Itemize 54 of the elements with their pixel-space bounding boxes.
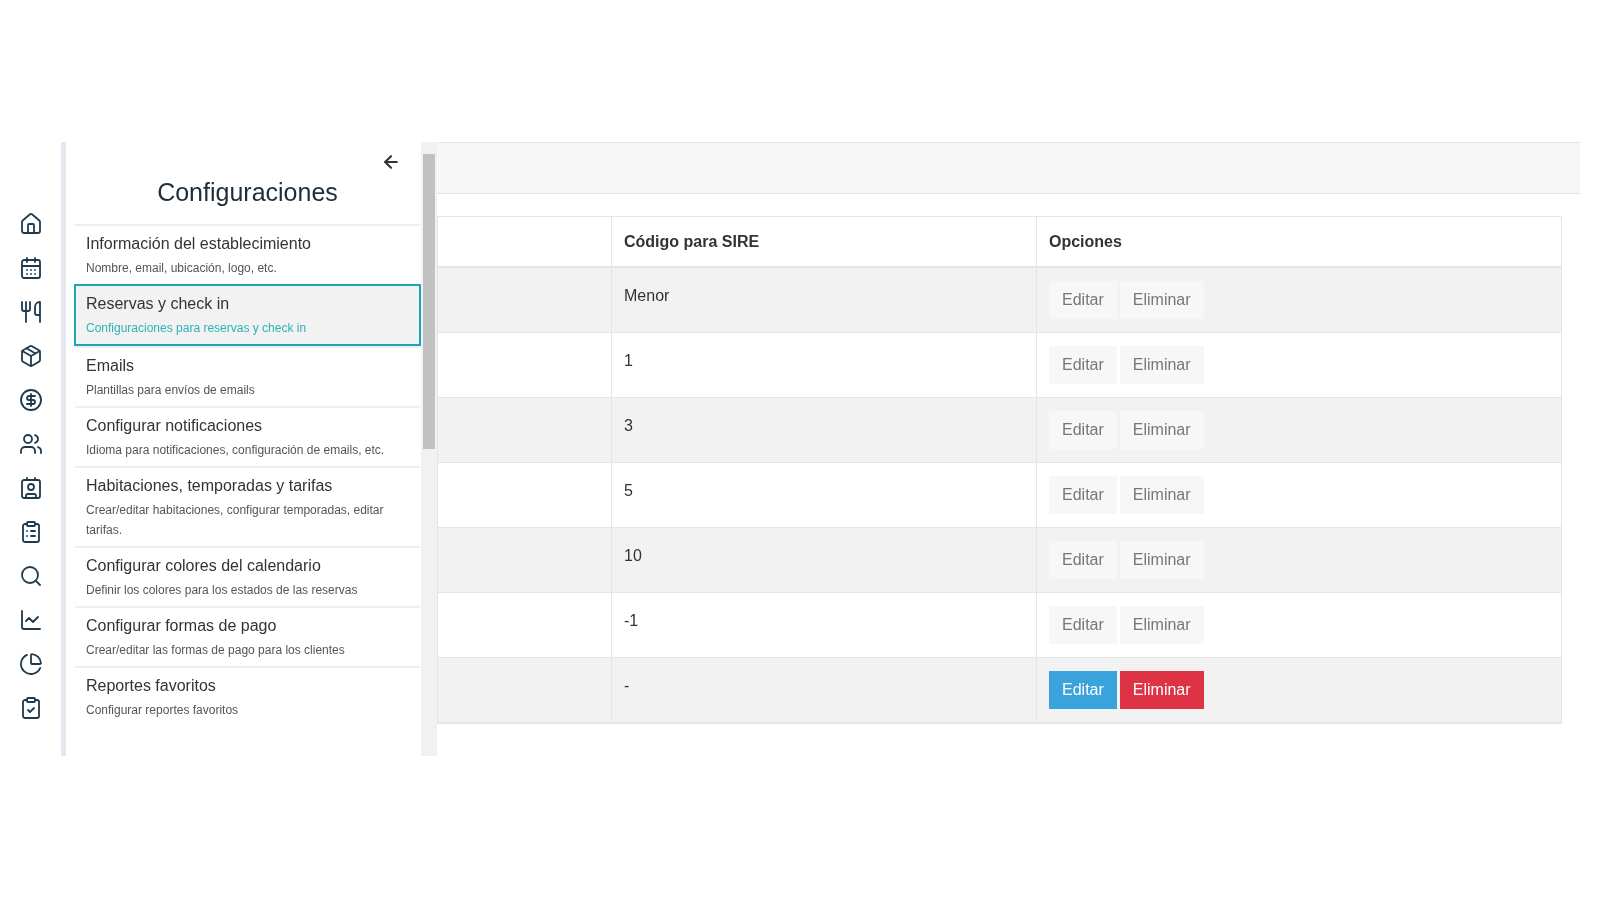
item-description: Crear/editar las formas de pago para los clientes (86, 641, 346, 659)
delete-button[interactable]: Eliminar (1119, 281, 1204, 319)
delete-button[interactable]: Eliminar (1119, 476, 1204, 514)
table-cell: 10 (624, 547, 642, 564)
scrollbar-thumb[interactable] (423, 154, 435, 449)
home-icon[interactable] (18, 212, 43, 236)
scrollbar[interactable] (421, 142, 437, 756)
search-icon[interactable] (18, 564, 43, 588)
table-cell: Menor (624, 287, 670, 304)
column-header: Opciones (1048, 231, 1123, 252)
table-cell: - (624, 677, 630, 694)
item-description: Idioma para notificaciones, configuración de emails, etc. (86, 441, 386, 459)
table-cell: 1 (624, 352, 633, 369)
item-title: Reportes favoritos (86, 675, 217, 696)
delete-button[interactable]: Eliminar (1119, 541, 1204, 579)
item-title: Configurar colores del calendario (86, 555, 322, 576)
item-title: Configurar notificaciones (86, 415, 264, 436)
table-cell: -1 (624, 612, 639, 629)
settings-item[interactable]: Reservas y check in Configuraciones para reservas y check in (74, 283, 421, 346)
table-cell: 3 (624, 417, 633, 434)
line-chart-icon[interactable] (18, 608, 43, 632)
column-header: Código para SIRE (612, 217, 1037, 266)
panel-title: Configuraciones (156, 177, 339, 208)
delete-button[interactable]: Eliminar (1119, 606, 1204, 644)
item-description: Nombre, email, ubicación, logo, etc. (86, 259, 278, 277)
item-description: Crear/editar habitaciones, configurar temporadas, editar tarifas. (86, 501, 385, 539)
back-arrow-icon[interactable] (381, 152, 401, 172)
table-cell: 5 (624, 482, 633, 499)
edit-button[interactable]: Editar (1049, 476, 1117, 514)
item-title: Reservas y check in (86, 293, 231, 314)
dollar-icon[interactable] (18, 388, 43, 412)
item-description: Configuraciones para reservas y check in (86, 319, 308, 337)
delete-button[interactable]: Eliminar (1119, 346, 1204, 384)
delete-button[interactable]: Eliminar (1119, 411, 1204, 449)
item-description: Configurar reportes favoritos (86, 701, 240, 719)
edit-button[interactable]: Editar (1049, 606, 1117, 644)
contact-book-icon[interactable] (18, 476, 43, 500)
edit-button[interactable]: Editar (1049, 346, 1117, 384)
item-title: Emails (86, 355, 135, 376)
calendar-icon[interactable] (18, 256, 43, 280)
edit-button[interactable]: Editar (1049, 281, 1117, 319)
delete-button[interactable]: Eliminar (1119, 671, 1204, 709)
pie-chart-icon[interactable] (18, 652, 43, 676)
edit-button[interactable]: Editar (1049, 671, 1117, 709)
fork-knife-icon[interactable] (18, 300, 43, 324)
item-title: Habitaciones, temporadas y tarifas (86, 475, 334, 496)
edit-button[interactable]: Editar (1049, 541, 1117, 579)
users-icon[interactable] (18, 432, 43, 456)
item-description: Definir los colores para los estados de las reservas (86, 581, 359, 599)
item-description: Plantillas para envíos de emails (86, 381, 256, 399)
item-title: Configurar formas de pago (86, 615, 278, 636)
box-icon[interactable] (18, 344, 43, 368)
edit-button[interactable]: Editar (1049, 411, 1117, 449)
item-title: Información del establecimiento (86, 233, 312, 254)
